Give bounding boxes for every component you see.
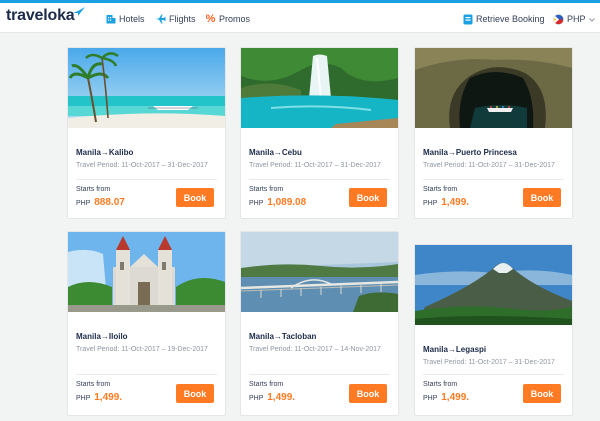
promo-card-puerto-princesa[interactable]: Manila→Puerto Princesa Travel Period: 11… bbox=[414, 47, 573, 219]
book-button[interactable]: Book bbox=[349, 384, 387, 403]
card-price-currency: PHP bbox=[249, 395, 264, 402]
card-divider bbox=[76, 179, 217, 180]
promo-card-cebu[interactable]: Manila→Cebu Travel Period: 11-Oct-2017 –… bbox=[240, 47, 399, 219]
card-starts-from: Starts from bbox=[249, 186, 284, 193]
card-divider bbox=[249, 374, 390, 375]
card-route: Manila→Iloilo bbox=[76, 332, 128, 341]
book-button[interactable]: Book bbox=[176, 384, 214, 403]
bridge-image bbox=[241, 232, 398, 312]
philippines-flag-icon bbox=[553, 13, 564, 25]
promo-card-kalibo[interactable]: Manila→Kalibo Travel Period: 11-Oct-2017… bbox=[67, 47, 226, 219]
card-starts-from: Starts from bbox=[76, 186, 111, 193]
nav-promos[interactable]: % Promos bbox=[205, 11, 250, 27]
airplane-icon bbox=[155, 14, 166, 25]
card-price-currency: PHP bbox=[423, 395, 438, 402]
church-image bbox=[68, 232, 225, 312]
retrieve-booking-label: Retrieve Booking bbox=[476, 14, 545, 24]
booking-icon bbox=[462, 14, 473, 25]
card-price: PHP 1,089.08 bbox=[249, 197, 306, 208]
card-price-currency: PHP bbox=[423, 200, 438, 207]
promo-card-legaspi[interactable]: Manila→Legaspi Travel Period: 11-Oct-201… bbox=[414, 244, 573, 416]
card-price-amount: 1,499. bbox=[441, 197, 470, 208]
card-price: PHP 1,499. bbox=[423, 197, 469, 208]
waterfall-image bbox=[241, 48, 398, 128]
retrieve-booking-link[interactable]: Retrieve Booking bbox=[462, 11, 545, 27]
card-travel-period: Travel Period: 11-Oct-2017 – 19-Dec-2017 bbox=[76, 346, 208, 353]
card-travel-period: Travel Period: 11-Oct-2017 – 31-Dec-2017 bbox=[249, 162, 381, 169]
promo-card-tacloban[interactable]: Manila→Tacloban Travel Period: 11-Oct-20… bbox=[240, 231, 399, 416]
book-button[interactable]: Book bbox=[176, 188, 214, 207]
card-route: Manila→Puerto Princesa bbox=[423, 148, 517, 157]
nav-hotels[interactable]: Hotels bbox=[105, 11, 145, 27]
card-starts-from: Starts from bbox=[423, 381, 458, 388]
volcano-image bbox=[415, 245, 572, 325]
card-price-amount: 888.07 bbox=[94, 197, 125, 208]
book-button[interactable]: Book bbox=[349, 188, 387, 207]
underground-river-image bbox=[415, 48, 572, 128]
card-price-currency: PHP bbox=[249, 200, 264, 207]
card-starts-from: Starts from bbox=[249, 381, 284, 388]
book-button[interactable]: Book bbox=[523, 188, 561, 207]
card-starts-from: Starts from bbox=[76, 381, 111, 388]
card-price-currency: PHP bbox=[76, 200, 91, 207]
bird-logo-icon bbox=[73, 7, 85, 16]
card-divider bbox=[423, 179, 564, 180]
nav-flights-label: Flights bbox=[169, 14, 196, 24]
card-route: Manila→Legaspi bbox=[423, 345, 487, 354]
nav-hotels-label: Hotels bbox=[119, 14, 145, 24]
card-travel-period: Travel Period: 11-Oct-2017 – 31-Dec-2017 bbox=[423, 359, 555, 366]
book-button[interactable]: Book bbox=[523, 384, 561, 403]
card-travel-period: Travel Period: 11-Oct-2017 – 14-Nov-2017 bbox=[249, 346, 381, 353]
chevron-down-icon bbox=[588, 14, 595, 24]
currency-selector[interactable]: PHP bbox=[553, 11, 595, 27]
card-travel-period: Travel Period: 11-Oct-2017 – 31-Dec-2017 bbox=[76, 162, 208, 169]
card-divider bbox=[249, 179, 390, 180]
card-price-amount: 1,499. bbox=[267, 392, 296, 403]
card-travel-period: Travel Period: 11-Oct-2017 – 31-Dec-2017 bbox=[423, 162, 555, 169]
card-route: Manila→Kalibo bbox=[76, 148, 134, 157]
card-price-amount: 1,499. bbox=[94, 392, 123, 403]
card-divider bbox=[76, 374, 217, 375]
card-route: Manila→Tacloban bbox=[249, 332, 317, 341]
card-price: PHP 888.07 bbox=[76, 197, 125, 208]
card-divider bbox=[423, 374, 564, 375]
promo-card-iloilo[interactable]: Manila→Iloilo Travel Period: 11-Oct-2017… bbox=[67, 231, 226, 416]
card-route: Manila→Cebu bbox=[249, 148, 302, 157]
card-price-amount: 1,499. bbox=[441, 392, 470, 403]
currency-label: PHP bbox=[567, 14, 586, 24]
card-starts-from: Starts from bbox=[423, 186, 458, 193]
beach-image bbox=[68, 48, 225, 128]
hotel-icon bbox=[105, 14, 116, 25]
nav-flights[interactable]: Flights bbox=[155, 11, 196, 27]
card-price: PHP 1,499. bbox=[423, 392, 469, 403]
card-price-currency: PHP bbox=[76, 395, 91, 402]
card-price-amount: 1,089.08 bbox=[267, 197, 307, 208]
traveloka-logo[interactable]: traveloka bbox=[6, 7, 75, 25]
card-price: PHP 1,499. bbox=[249, 392, 295, 403]
top-navbar: traveloka Hotels Flights % Promos Retrie… bbox=[0, 0, 600, 33]
nav-promos-label: Promos bbox=[219, 14, 251, 24]
card-price: PHP 1,499. bbox=[76, 392, 122, 403]
percent-icon: % bbox=[205, 13, 216, 25]
